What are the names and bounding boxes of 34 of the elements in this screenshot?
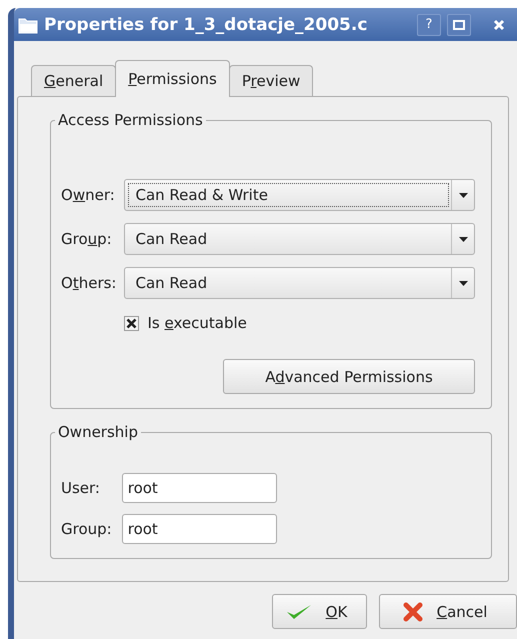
maximize-button[interactable]: [447, 14, 471, 36]
advanced-permissions-button[interactable]: Advanced Permissions: [223, 359, 475, 394]
dropdown-value: Can Read & Write: [128, 183, 449, 207]
folder-icon: [18, 16, 38, 34]
close-icon: [493, 18, 505, 30]
tab[interactable]: Permissions: [115, 60, 230, 97]
field-label: Group:: [61, 230, 113, 248]
field-label: Others:: [61, 274, 116, 292]
tab[interactable]: Preview: [228, 65, 314, 96]
tab[interactable]: General: [31, 65, 116, 96]
dropdown[interactable]: Can Read: [124, 223, 475, 255]
field-label: User:: [61, 479, 101, 497]
window-title: Properties for 1_3_dotacje_2005.c: [44, 14, 368, 34]
checkbox[interactable]: [124, 316, 140, 330]
dropdown-value: Can Read: [134, 229, 208, 250]
field-label: Owner:: [61, 186, 116, 204]
cancel-button[interactable]: Cancel: [379, 594, 517, 629]
dropdown[interactable]: Can Read: [124, 267, 475, 299]
dropdown-value: Can Read: [134, 273, 208, 294]
dropdown-arrow-icon: [458, 192, 468, 198]
maximize-icon: [453, 20, 465, 30]
checkmark-icon: [286, 602, 312, 620]
x-mark-icon: [402, 602, 423, 622]
input-field[interactable]: root: [122, 473, 277, 503]
dropdown-arrow-icon: [458, 280, 468, 286]
dropdown[interactable]: Can Read & Write: [124, 179, 475, 211]
ok-button[interactable]: OK: [272, 594, 367, 629]
help-button[interactable]: ?: [417, 14, 441, 36]
checkbox-label: Is executable: [147, 314, 247, 332]
input-field[interactable]: root: [122, 514, 277, 544]
dropdown-arrow-icon: [458, 236, 468, 242]
group-title: Access Permissions: [57, 111, 204, 129]
field-label: Group:: [61, 520, 112, 538]
group-title: Ownership: [57, 423, 139, 441]
